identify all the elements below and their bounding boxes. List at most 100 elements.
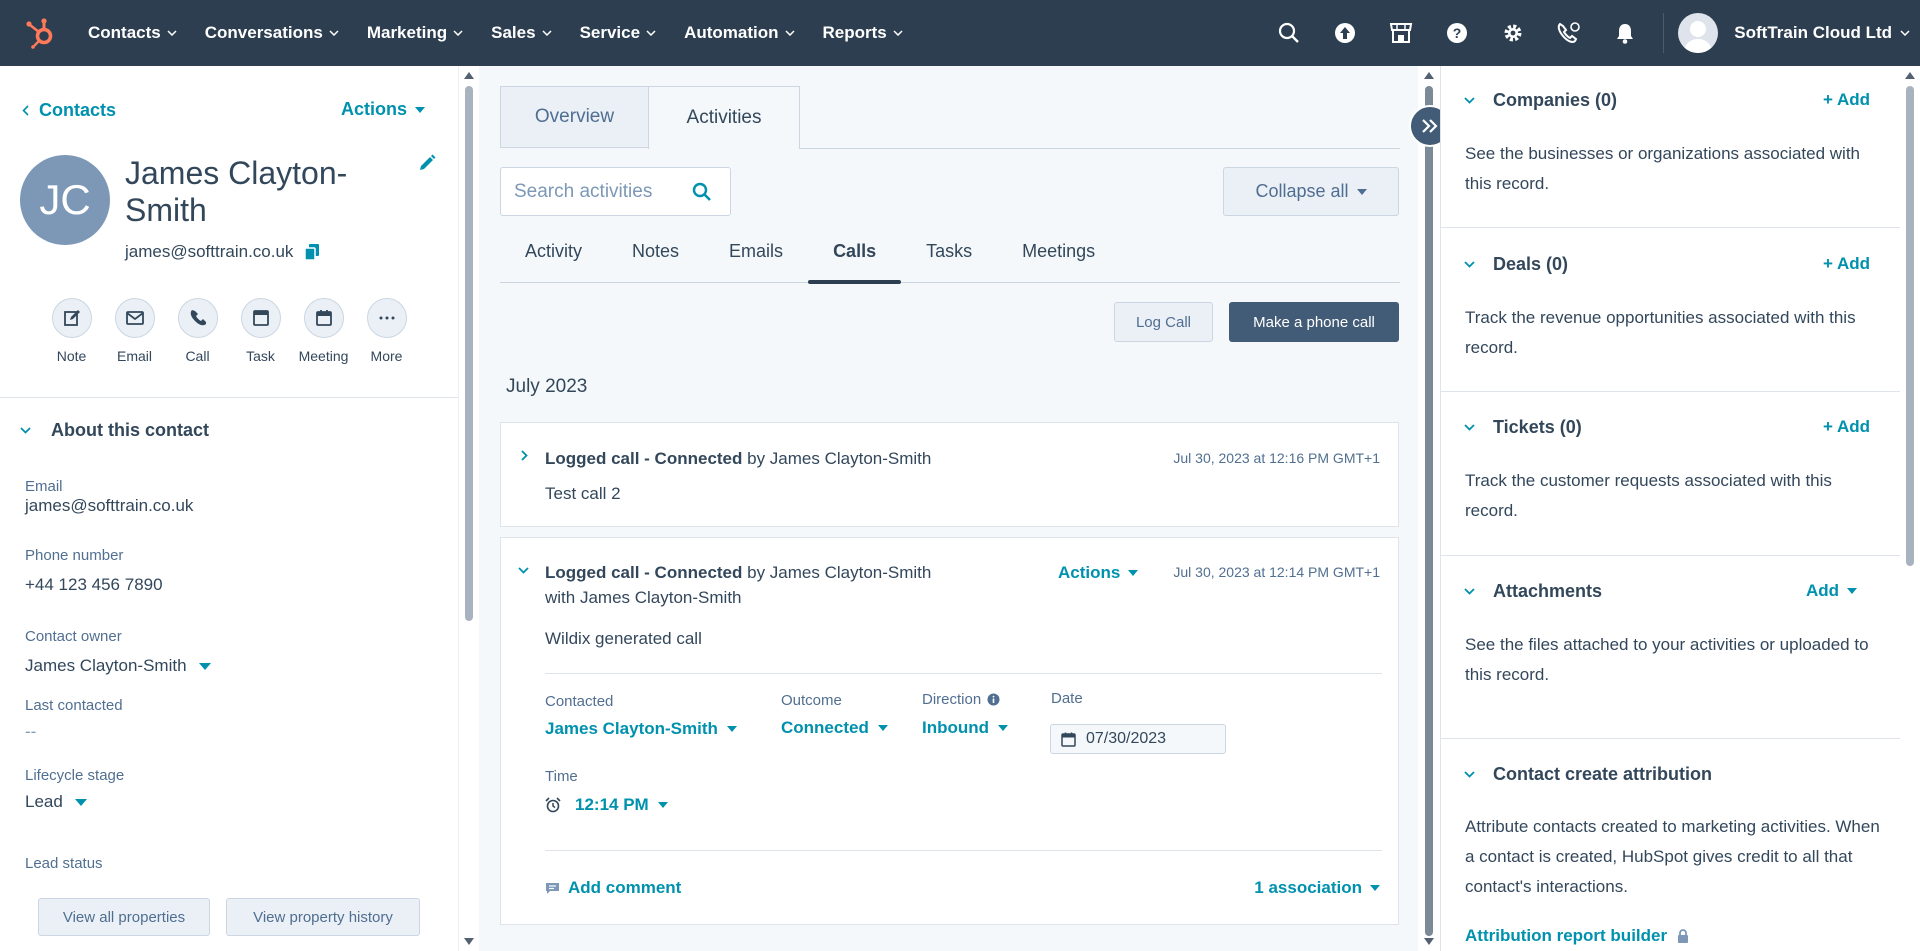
property-phone-value[interactable]: +44 123 456 7890 [25,575,163,595]
subtab-activity[interactable]: Activity [500,238,607,283]
search-icon[interactable] [1261,0,1317,66]
divider [0,397,458,398]
info-icon[interactable] [987,693,1000,706]
call-date-input[interactable]: 07/30/2023 [1050,724,1226,754]
direction-dropdown[interactable]: Inbound [922,718,1009,738]
middle-scrollbar[interactable] [1418,66,1440,951]
contacted-value: James Clayton-Smith [545,719,718,738]
property-lifecycle: Lifecycle stage Lead [25,767,124,812]
subtab-calls[interactable]: Calls [808,238,902,284]
association-dropdown[interactable]: 1 association [1254,878,1380,898]
attribution-report-link[interactable]: Attribution report builder [1465,926,1689,946]
nav-contacts[interactable]: Contacts [88,23,177,43]
right-scrollbar[interactable] [1900,66,1920,951]
add-ticket-button[interactable]: + Add [1823,417,1870,437]
nav-label: Reports [822,23,887,42]
outcome-dropdown[interactable]: Connected [781,718,888,738]
call-actions-dropdown[interactable]: Actions [1058,563,1139,583]
add-comment-link[interactable]: Add comment [545,878,681,898]
call-activity-card[interactable]: Logged call - Connected by James Clayton… [500,422,1399,527]
view-all-properties-button[interactable]: View all properties [38,898,210,936]
tab-overview[interactable]: Overview [500,86,648,148]
divider [1440,738,1900,739]
quick-action-email[interactable]: Email [103,298,166,364]
comment-icon [546,882,559,894]
view-property-history-button[interactable]: View property history [226,898,420,936]
deals-toggle[interactable]: Deals (0) [1464,254,1568,275]
edit-pencil-icon[interactable] [418,154,436,172]
user-avatar[interactable] [1678,13,1719,53]
subtab-meetings[interactable]: Meetings [997,238,1120,283]
caret-down-icon [415,106,426,113]
scroll-up-arrow[interactable] [1905,72,1915,79]
chevron-down-icon[interactable] [1900,30,1910,36]
contact-actions-dropdown[interactable]: Actions [341,99,426,120]
scroll-up-arrow[interactable] [464,72,474,79]
nav-service[interactable]: Service [580,23,657,43]
property-label: Contact owner [25,628,122,645]
back-to-contacts-link[interactable]: Contacts [22,100,116,121]
nav-sales[interactable]: Sales [491,23,552,43]
quick-action-call[interactable]: Call [166,298,229,364]
call-timestamp: Jul 30, 2023 at 12:14 PM GMT+1 [1173,564,1380,580]
help-icon[interactable]: ? [1429,0,1485,66]
attachments-toggle[interactable]: Attachments [1464,581,1602,602]
log-call-button[interactable]: Log Call [1114,302,1213,342]
contacted-label: Contacted [545,693,614,710]
quick-action-task[interactable]: Task [229,298,292,364]
subtab-tasks[interactable]: Tasks [901,238,997,283]
scroll-up-arrow[interactable] [1424,72,1434,79]
chevron-down-icon [1464,588,1475,595]
scroll-thumb[interactable] [465,86,473,621]
nav-conversations[interactable]: Conversations [205,23,339,43]
phone-icon [177,298,218,338]
marketplace-icon[interactable] [1373,0,1429,66]
nav-automation[interactable]: Automation [684,23,795,43]
chevron-down-icon[interactable] [518,567,529,574]
attribution-toggle[interactable]: Contact create attribution [1464,764,1712,785]
calling-icon[interactable] [1541,0,1597,66]
tab-activities[interactable]: Activities [648,86,800,149]
caret-down-icon [657,802,668,808]
property-email-value[interactable]: james@softtrain.co.uk [25,496,193,516]
scroll-thumb[interactable] [1425,86,1433,936]
call-notes[interactable]: Wildix generated call [545,629,702,649]
companies-toggle[interactable]: Companies (0) [1464,90,1617,111]
account-name[interactable]: SoftTrain Cloud Ltd [1734,23,1892,43]
divider [545,673,1382,674]
subtab-emails[interactable]: Emails [704,238,808,283]
add-attachment-dropdown[interactable]: Add [1806,581,1858,601]
contacted-dropdown[interactable]: James Clayton-Smith [545,719,737,739]
notifications-icon[interactable] [1597,0,1653,66]
about-section-toggle[interactable]: About this contact [20,420,209,441]
hubspot-logo-icon[interactable] [20,13,60,53]
back-label: Contacts [39,100,117,120]
chevron-right-icon[interactable] [521,450,528,461]
left-scrollbar[interactable] [458,66,478,951]
add-company-button[interactable]: + Add [1823,90,1870,110]
quick-action-meeting[interactable]: Meeting [292,298,355,364]
scroll-thumb[interactable] [1906,86,1914,566]
settings-icon[interactable] [1485,0,1541,66]
nav-utilities: ? SoftTrain Cloud Ltd [1261,0,1920,66]
scroll-down-arrow[interactable] [464,938,474,945]
lifecycle-stage-dropdown[interactable]: Lead [25,792,124,812]
add-deal-button[interactable]: + Add [1823,254,1870,274]
search-activities-input[interactable]: Search activities [500,167,731,216]
search-icon[interactable] [692,182,712,202]
contact-owner-dropdown[interactable]: James Clayton-Smith [25,656,211,676]
nav-reports[interactable]: Reports [823,23,903,43]
call-title-bold: Logged call - Connected [545,563,743,582]
make-phone-call-button[interactable]: Make a phone call [1229,302,1399,342]
upgrade-icon[interactable] [1317,0,1373,66]
time-dropdown[interactable]: 12:14 PM [545,795,668,815]
tickets-toggle[interactable]: Tickets (0) [1464,417,1582,438]
collapse-all-button[interactable]: Collapse all [1223,167,1399,216]
scroll-down-arrow[interactable] [1424,938,1434,945]
nav-marketing[interactable]: Marketing [367,23,463,43]
quick-action-note[interactable]: Note [40,298,103,364]
quick-action-more[interactable]: More [355,298,418,364]
subtab-notes[interactable]: Notes [607,238,704,283]
copy-icon[interactable] [305,244,320,260]
property-label: Lead status [25,855,103,872]
